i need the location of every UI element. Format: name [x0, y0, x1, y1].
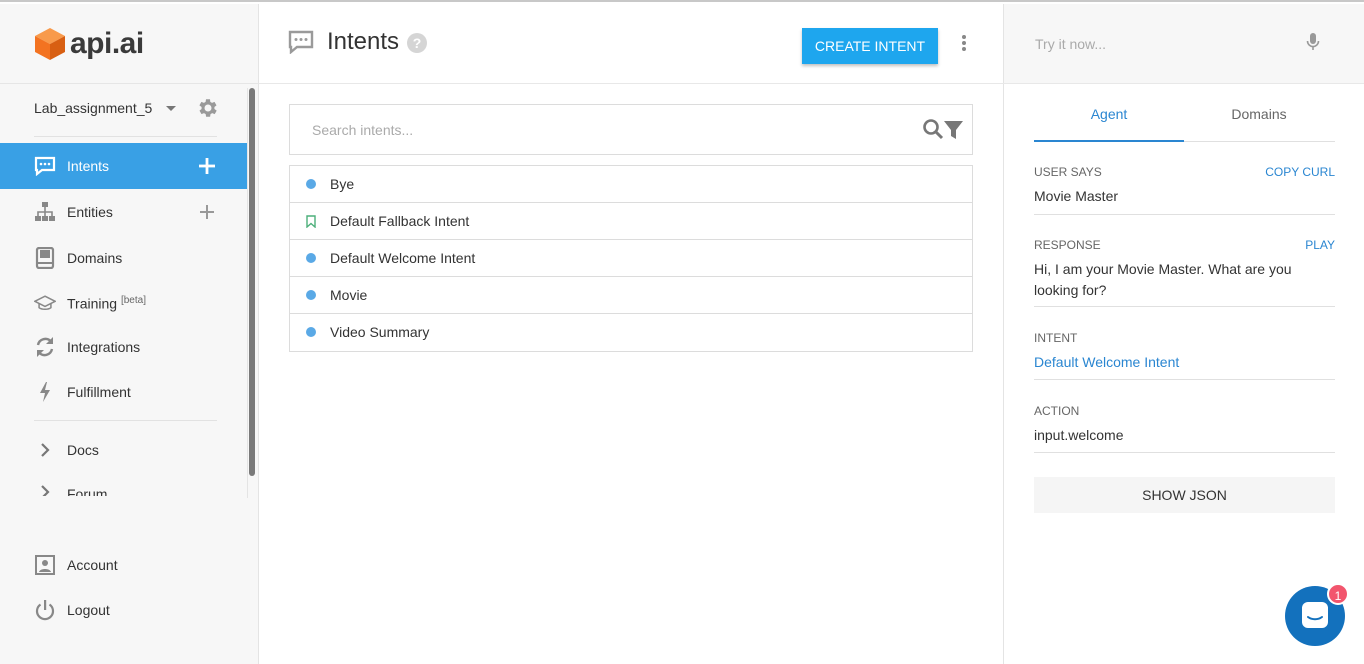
tab-agent[interactable]: Agent — [1034, 100, 1184, 142]
show-json-button[interactable]: SHOW JSON — [1034, 477, 1335, 513]
agent-selector[interactable]: Lab_assignment_5 — [34, 96, 224, 120]
sidebar-item-fulfillment[interactable]: Fulfillment — [0, 369, 247, 415]
divider — [0, 83, 259, 84]
intent-value-link[interactable]: Default Welcome Intent — [1034, 352, 1335, 373]
sidebar-item-training[interactable]: Training [beta] — [0, 280, 247, 326]
chat-bubble-icon — [34, 155, 56, 177]
divider — [34, 136, 217, 137]
sidebar-item-logout[interactable]: Logout — [0, 587, 247, 633]
add-intent-icon[interactable] — [198, 157, 216, 175]
intent-label[interactable]: Video Summary — [330, 324, 429, 340]
add-entity-icon[interactable] — [198, 203, 216, 221]
response-section: RESPONSE PLAY Hi, I am your Movie Master… — [1034, 238, 1335, 307]
sidebar-item-label: Training [beta] — [67, 295, 146, 312]
divider — [34, 420, 217, 421]
account-icon — [34, 554, 56, 576]
sidebar-item-label: Fulfillment — [67, 384, 131, 400]
user-says-value: Movie Master — [1034, 188, 1119, 204]
gear-icon[interactable] — [196, 96, 220, 120]
book-icon — [34, 247, 56, 269]
page-title: Intents — [327, 28, 400, 55]
sidebar-item-label: Forum — [67, 486, 108, 496]
cube-logo-icon — [35, 28, 65, 60]
scrollbar-track — [247, 88, 248, 498]
power-icon — [34, 599, 56, 621]
main-header: Intents ? CREATE INTENT — [259, 4, 1004, 84]
sidebar-item-entities[interactable]: Entities — [0, 189, 247, 235]
sync-icon — [34, 336, 56, 358]
logo-text: api.ai — [70, 27, 144, 60]
create-intent-button[interactable]: CREATE INTENT — [802, 28, 938, 64]
logo[interactable]: api.ai — [34, 24, 144, 64]
sidebar-scrollbar[interactable] — [249, 88, 255, 476]
try-it-bar: Try it now... — [1004, 4, 1364, 84]
sidebar-item-intents[interactable]: Intents — [0, 143, 247, 189]
sidebar-item-account[interactable]: Account — [0, 542, 247, 588]
chevron-right-icon — [34, 439, 56, 461]
sidebar-item-label: Entities — [67, 204, 113, 220]
intent-dot-icon — [306, 327, 316, 337]
chat-bubble-icon — [288, 30, 314, 54]
play-link[interactable]: PLAY — [1305, 238, 1335, 252]
copy-curl-link[interactable]: COPY CURL — [1265, 165, 1335, 179]
main-panel: Intents ? CREATE INTENT Search intents..… — [259, 4, 1004, 664]
test-console: Try it now... Agent Domains USER SAYS CO… — [1004, 4, 1364, 664]
tab-domains[interactable]: Domains — [1184, 100, 1334, 142]
sidebar-item-docs[interactable]: Docs — [0, 427, 247, 473]
user-says-section: USER SAYS COPY CURL Movie Master — [1034, 165, 1335, 215]
sidebar: api.ai Lab_assignment_5 Intents Entities… — [0, 4, 259, 664]
user-says-label: USER SAYS — [1034, 165, 1102, 179]
intent-row-default-welcome[interactable]: Default Welcome Intent — [290, 240, 972, 277]
training-label: Training — [67, 295, 118, 312]
chevron-right-icon — [34, 481, 56, 496]
response-value: Hi, I am your Movie Master. What are you… — [1034, 261, 1292, 298]
action-value: input.welcome — [1034, 427, 1124, 443]
action-section: ACTION input.welcome — [1034, 404, 1335, 453]
bookmark-icon — [306, 215, 316, 228]
sidebar-item-forum[interactable]: Forum — [0, 470, 247, 496]
help-icon[interactable]: ? — [407, 33, 427, 53]
sidebar-item-domains[interactable]: Domains — [0, 235, 247, 281]
graduation-cap-icon — [34, 292, 56, 314]
action-label: ACTION — [1034, 404, 1080, 418]
intent-row-video-summary[interactable]: Video Summary — [290, 314, 972, 351]
intent-list: Bye Default Fallback Intent Default Welc… — [289, 165, 973, 352]
intent-dot-icon — [306, 253, 316, 263]
intent-label: INTENT — [1034, 331, 1078, 345]
agent-name: Lab_assignment_5 — [34, 100, 153, 116]
beta-badge: [beta] — [120, 294, 146, 306]
intent-label[interactable]: Default Fallback Intent — [330, 213, 469, 229]
try-it-input[interactable]: Try it now... — [1035, 36, 1106, 52]
microphone-icon[interactable] — [1306, 32, 1320, 52]
search-intents-box[interactable]: Search intents... — [289, 104, 973, 155]
intent-label[interactable]: Bye — [330, 176, 354, 192]
console-tabs: Agent Domains — [1034, 100, 1335, 142]
intent-row-default-fallback[interactable]: Default Fallback Intent — [290, 203, 972, 240]
search-input[interactable]: Search intents... — [312, 122, 413, 138]
lightning-icon — [34, 381, 56, 403]
sidebar-item-integrations[interactable]: Integrations — [0, 324, 247, 370]
intent-row-movie[interactable]: Movie — [290, 277, 972, 314]
sidebar-item-label: Docs — [67, 442, 99, 458]
search-icon[interactable] — [922, 118, 966, 142]
hierarchy-icon — [34, 201, 56, 223]
more-options-icon[interactable] — [961, 35, 967, 53]
caret-down-icon[interactable] — [166, 105, 177, 111]
notification-badge: 1 — [1327, 583, 1349, 605]
intent-section: INTENT Default Welcome Intent — [1034, 331, 1335, 380]
sidebar-item-label: Account — [67, 557, 118, 573]
sidebar-item-label: Domains — [67, 250, 123, 266]
intent-label[interactable]: Movie — [330, 287, 367, 303]
intent-row-bye[interactable]: Bye — [290, 166, 972, 203]
sidebar-item-label: Logout — [67, 602, 110, 618]
intent-dot-icon — [306, 179, 316, 189]
sidebar-item-label: Integrations — [67, 339, 141, 355]
intent-label[interactable]: Default Welcome Intent — [330, 250, 475, 266]
response-label: RESPONSE — [1034, 238, 1101, 252]
intent-dot-icon — [306, 290, 316, 300]
sidebar-item-label: Intents — [67, 158, 110, 174]
